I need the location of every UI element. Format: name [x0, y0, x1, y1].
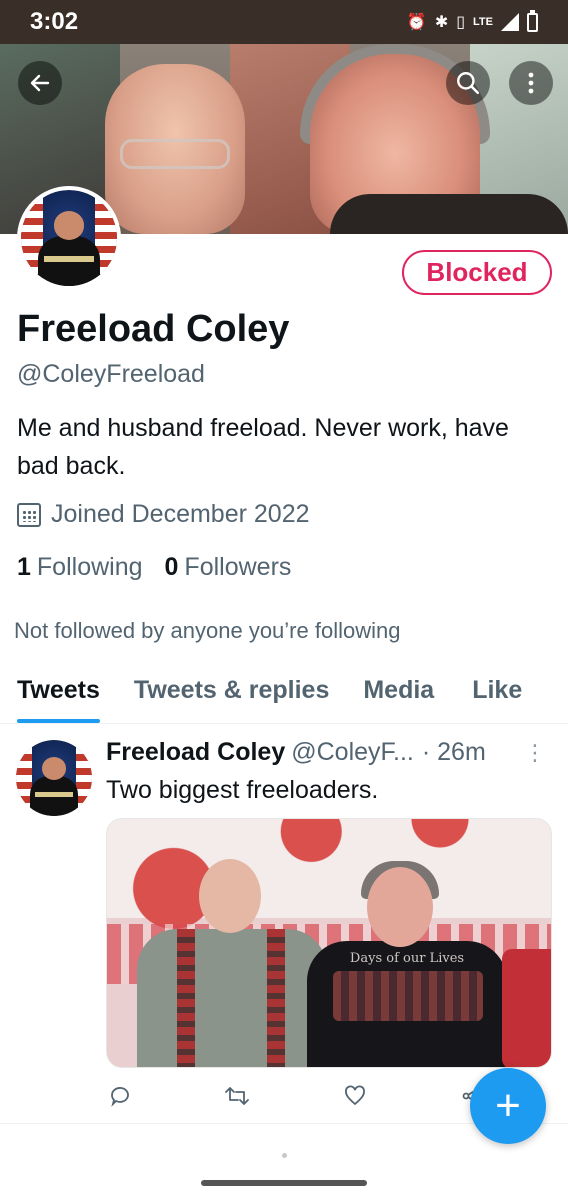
search-icon[interactable]	[446, 61, 490, 105]
tab-likes[interactable]: Like	[472, 662, 522, 723]
tweet-author-handle[interactable]: @ColeyF...	[291, 738, 414, 767]
gesture-nav-bar[interactable]	[201, 1180, 367, 1186]
tweet-header: Freeload Coley @ColeyF... · 26m ⋮	[106, 738, 546, 767]
tweet-avatar[interactable]	[16, 740, 92, 816]
signal-icon	[501, 13, 519, 31]
followers-label: Followers	[184, 553, 292, 581]
tweet-actions	[106, 1082, 486, 1110]
profile-handle: @ColeyFreeload	[17, 360, 205, 388]
followers-count: 0	[164, 553, 179, 581]
reply-icon[interactable]	[106, 1082, 134, 1110]
network-type: LTE	[473, 16, 493, 28]
tab-tweets[interactable]: Tweets	[17, 662, 100, 723]
calendar-icon	[17, 502, 41, 527]
shirt-text: Days of our Lives	[349, 951, 465, 966]
nav-indicator-dot	[282, 1153, 287, 1158]
like-icon[interactable]	[341, 1082, 369, 1110]
following-label: Following	[36, 553, 143, 581]
following-link[interactable]: 1 Following	[17, 553, 143, 582]
status-bar: 3:02 ⏰ ✱ ▯ LTE	[0, 0, 568, 44]
status-time: 3:02	[30, 8, 79, 35]
joined-text: Joined December 2022	[51, 500, 310, 528]
following-count: 1	[17, 553, 31, 581]
tab-media[interactable]: Media	[363, 662, 434, 723]
tweet-time: · 26m	[421, 738, 486, 766]
more-vertical-icon[interactable]	[509, 61, 553, 105]
follow-stats: 1 Following 0 Followers	[17, 553, 291, 582]
tab-tweets-replies[interactable]: Tweets & replies	[134, 662, 329, 723]
not-followed-text: Not followed by anyone you’re following	[14, 618, 401, 643]
alarm-icon: ⏰	[406, 14, 427, 31]
tweet-photo[interactable]: Days of our Lives	[106, 818, 552, 1068]
followers-link[interactable]: 0 Followers	[165, 553, 292, 582]
tweet-text: Two biggest freeloaders.	[106, 776, 379, 804]
profile-tabs: Tweets Tweets & replies Media Like	[0, 662, 568, 724]
status-icons: ⏰ ✱ ▯ LTE	[406, 9, 538, 32]
battery-icon	[527, 9, 538, 32]
bluetooth-icon: ✱	[434, 14, 449, 31]
joined-date: Joined December 2022	[17, 500, 310, 529]
tweet-more-icon[interactable]: ⋮	[524, 740, 546, 766]
compose-tweet-button[interactable]: +	[470, 1068, 546, 1144]
vibrate-icon: ▯	[456, 14, 466, 31]
retweet-icon[interactable]	[223, 1082, 251, 1110]
tweet[interactable]: Freeload Coley @ColeyF... · 26m ⋮ Two bi…	[0, 724, 568, 1124]
profile-avatar[interactable]	[17, 186, 121, 290]
profile-name: Freeload Coley	[17, 308, 290, 350]
tweet-author-name[interactable]: Freeload Coley	[106, 738, 285, 767]
back-arrow-icon[interactable]	[18, 61, 62, 105]
blocked-button[interactable]: Blocked	[402, 250, 552, 295]
profile-bio: Me and husband freeload. Never work, hav…	[17, 414, 509, 480]
